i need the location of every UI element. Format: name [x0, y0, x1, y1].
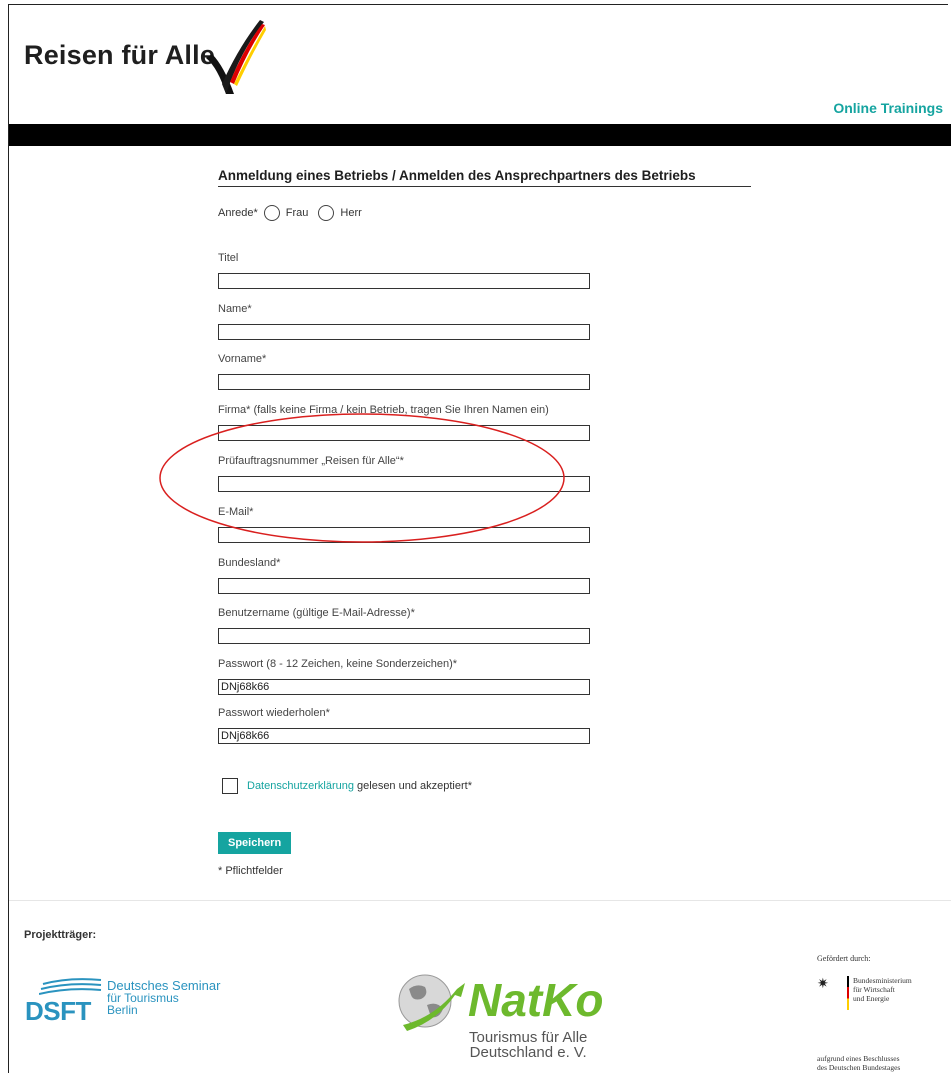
projekttraeger-label: Projektträger: — [24, 929, 97, 941]
vorname-input[interactable] — [218, 374, 590, 390]
natko-name: NatKo — [468, 974, 604, 1026]
field-label: Vorname* — [218, 353, 267, 365]
natko-line: Deutschland e. V. — [469, 1044, 587, 1061]
dsft-line: Berlin — [107, 1003, 138, 1017]
funding-label: Gefördert durch: — [817, 954, 871, 963]
natko-logo[interactable]: NatKo Tourismus für Alle Deutschland e. … — [395, 965, 615, 1065]
email-input[interactable] — [218, 527, 590, 543]
field-label: Titel — [218, 252, 239, 264]
beschluss-line: des Deutschen Bundestages — [817, 1063, 901, 1072]
datenschutz-link[interactable]: Datenschutzerklärung — [247, 780, 354, 792]
field-firma: Firma* (falls keine Firma / kein Betrieb… — [218, 404, 590, 441]
dsft-subtitle: Deutsches Seminar für Tourismus Berlin — [107, 979, 220, 1017]
beschluss-line: aufgrund eines Beschlusses — [817, 1054, 900, 1063]
online-trainings-link[interactable]: Online Trainings — [833, 100, 943, 116]
required-note: * Pflichtfelder — [218, 865, 283, 877]
passwort-wiederholen-input[interactable] — [218, 728, 590, 744]
beschluss-text: aufgrund eines Beschlusses des Deutschen… — [817, 1054, 900, 1072]
form-heading: Anmeldung eines Betriebs / Anmelden des … — [218, 168, 751, 187]
field-passwort: Passwort (8 - 12 Zeichen, keine Sonderze… — [218, 658, 590, 695]
anrede-group: Anrede* Frau Herr — [218, 203, 753, 223]
dsft-abbr: DSFT — [25, 996, 91, 1026]
pruefauftragsnummer-input[interactable] — [218, 476, 590, 492]
field-label: Bundesland* — [218, 557, 281, 569]
firma-input[interactable] — [218, 425, 590, 441]
radio-herr[interactable] — [318, 205, 335, 221]
field-name: Name* — [218, 303, 590, 340]
dsft-logo[interactable]: DSFT Deutsches Seminar für Tourismus Ber… — [25, 978, 225, 1028]
field-label: Firma* (falls keine Firma / kein Betrieb… — [218, 404, 549, 416]
funding-block: Gefördert durch: ✷ Bundesministerium für… — [817, 954, 947, 1072]
ministry-line: für Wirtschaft — [853, 985, 895, 994]
field-bundesland: Bundesland* — [218, 557, 590, 594]
titel-input[interactable] — [218, 273, 590, 289]
field-label: Prüfauftragsnummer „Reisen für Alle“* — [218, 455, 404, 467]
consent-checkbox[interactable] — [222, 778, 238, 794]
field-label: Passwort wiederholen* — [218, 707, 330, 719]
benutzername-input[interactable] — [218, 628, 590, 644]
save-button[interactable]: Speichern — [218, 832, 292, 854]
ministry-line: Bundesministerium — [853, 976, 912, 985]
eagle-icon: ✷ — [817, 977, 829, 992]
ministry-name: Bundesministerium für Wirtschaft und Ene… — [853, 976, 912, 1003]
anrede-label: Anrede* — [218, 207, 258, 219]
field-passwort-wiederholen: Passwort wiederholen* — [218, 707, 590, 744]
radio-frau-label: Frau — [285, 207, 309, 219]
field-benutzername: Benutzername (gültige E-Mail-Adresse)* — [218, 607, 590, 644]
natko-subtitle: Tourismus für Alle Deutschland e. V. — [469, 1030, 587, 1060]
field-label: E-Mail* — [218, 506, 254, 518]
consent-row: Datenschutzerklärung gelesen und akzepti… — [222, 778, 472, 794]
footer-divider — [9, 900, 951, 901]
field-label: Benutzername (gültige E-Mail-Adresse)* — [218, 607, 415, 619]
field-vorname: Vorname* — [218, 353, 590, 390]
ministry-line: und Energie — [853, 994, 890, 1003]
bundesland-input[interactable] — [218, 578, 590, 594]
nav-bar — [9, 124, 951, 146]
field-pruefauftragsnummer: Prüfauftragsnummer „Reisen für Alle“* — [218, 455, 590, 492]
passwort-input[interactable] — [218, 679, 590, 695]
logo-text: Reisen für Alle — [24, 40, 216, 70]
field-titel: Titel — [218, 252, 590, 289]
dsft-lines-icon — [39, 978, 102, 995]
natko-line: Tourismus für Alle — [469, 1029, 588, 1046]
bmwi-logo[interactable]: ✷ Bundesministerium für Wirtschaft und E… — [817, 972, 947, 1072]
name-input[interactable] — [218, 324, 590, 340]
consent-text: gelesen und akzeptiert* — [357, 780, 472, 792]
field-email: E-Mail* — [218, 506, 590, 543]
radio-frau[interactable] — [263, 205, 280, 221]
field-label: Name* — [218, 303, 252, 315]
flag-stripe — [847, 976, 849, 1010]
logo-check-icon — [206, 20, 266, 94]
registration-form: Anmeldung eines Betriebs / Anmelden des … — [218, 168, 753, 877]
field-label: Passwort (8 - 12 Zeichen, keine Sonderze… — [218, 658, 458, 670]
radio-herr-label: Herr — [340, 207, 362, 219]
